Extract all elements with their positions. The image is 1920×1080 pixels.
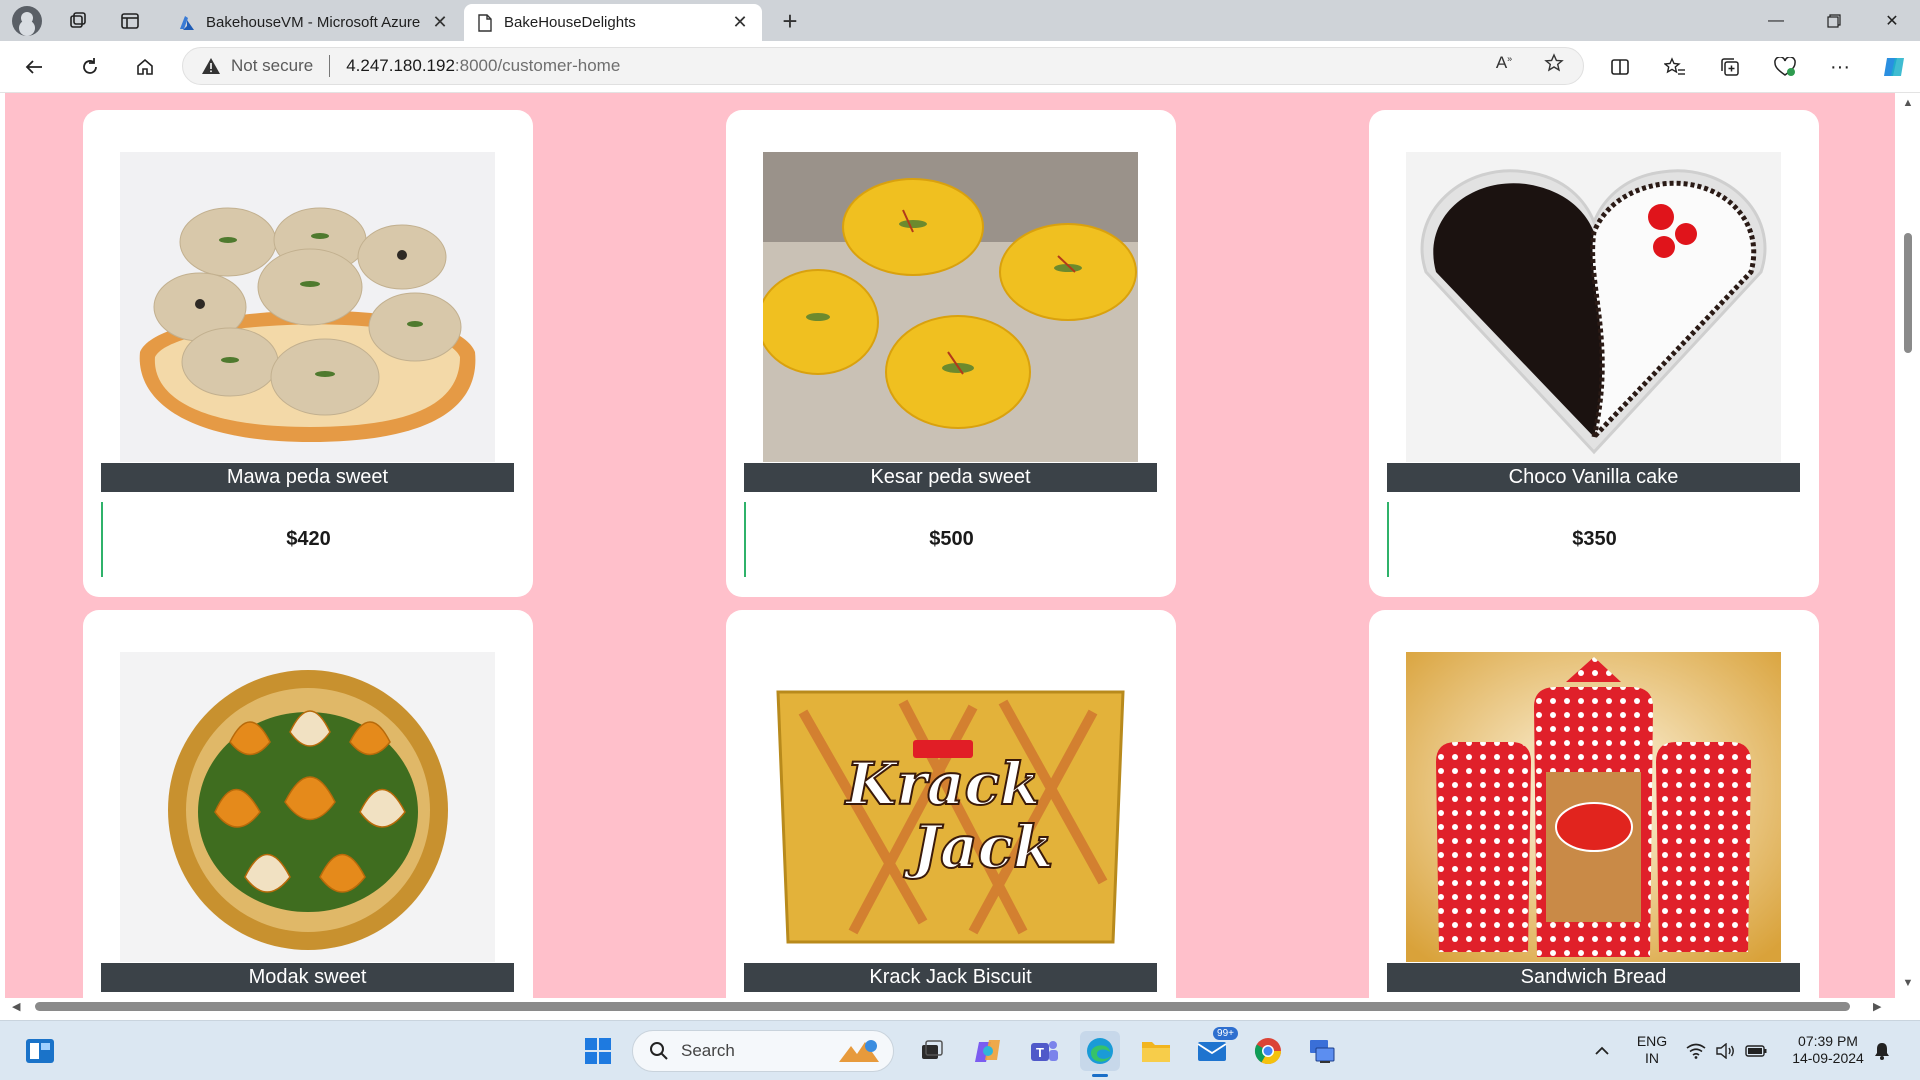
navigation-bar: Not secure 4.247.180.192:8000/customer-h… bbox=[0, 41, 1920, 93]
product-name: Modak sweet bbox=[101, 963, 514, 992]
product-image bbox=[120, 652, 495, 962]
svg-text:Krack: Krack bbox=[844, 750, 1040, 818]
language-code: ENG bbox=[1636, 1033, 1668, 1049]
svg-text:T: T bbox=[1036, 1045, 1044, 1060]
split-screen-icon[interactable] bbox=[1606, 53, 1634, 81]
region-code: IN bbox=[1645, 1050, 1659, 1066]
product-image bbox=[763, 152, 1138, 462]
price-container: $350 bbox=[1387, 502, 1800, 577]
svg-text:Jack: Jack bbox=[903, 813, 1054, 881]
product-image bbox=[1406, 152, 1781, 462]
close-tab-icon[interactable]: ✕ bbox=[430, 12, 450, 33]
read-aloud-icon[interactable]: A» bbox=[1490, 49, 1518, 77]
back-button[interactable] bbox=[20, 53, 48, 81]
edge-icon[interactable] bbox=[1080, 1031, 1120, 1077]
page-viewport: Mawa peda sweet $420 Kesar peda sweet $5… bbox=[0, 93, 1920, 1007]
show-hidden-icons-chevron-up-icon[interactable] bbox=[1582, 1031, 1622, 1071]
product-card[interactable]: Sandwich Bread bbox=[1369, 610, 1819, 998]
copilot-icon[interactable] bbox=[1880, 53, 1908, 81]
tab-strip: BakehouseVM - Microsoft Azure ✕ BakeHous… bbox=[0, 0, 1920, 41]
product-price: $350 bbox=[1572, 528, 1617, 550]
product-card[interactable]: Mawa peda sweet $420 bbox=[83, 110, 533, 597]
start-windows-icon[interactable] bbox=[578, 1031, 618, 1071]
mail-count-badge: 99+ bbox=[1213, 1027, 1238, 1040]
product-name: Mawa peda sweet bbox=[101, 463, 514, 492]
taskbar-search[interactable]: Search bbox=[632, 1030, 894, 1072]
scroll-down-arrow-icon[interactable]: ▼ bbox=[1901, 977, 1915, 991]
time: 07:39 PM bbox=[1798, 1033, 1858, 1049]
home-button[interactable] bbox=[131, 53, 159, 81]
divider bbox=[329, 55, 331, 77]
collections-icon[interactable] bbox=[1716, 53, 1744, 81]
product-name: Sandwich Bread bbox=[1387, 963, 1800, 992]
task-view-icon[interactable] bbox=[912, 1031, 952, 1071]
product-price: $420 bbox=[286, 528, 331, 550]
product-card[interactable]: Krack Jack Krack Jack Biscuit bbox=[726, 610, 1176, 998]
tab-title: BakehouseVM - Microsoft Azure bbox=[206, 14, 421, 31]
url-host: 4.247.180.192 bbox=[346, 56, 455, 75]
search-icon bbox=[650, 1042, 668, 1060]
price-container: $420 bbox=[101, 502, 514, 577]
scrollbar-thumb[interactable] bbox=[1904, 233, 1912, 353]
product-card[interactable]: Modak sweet bbox=[83, 610, 533, 998]
file-explorer-icon[interactable] bbox=[1136, 1031, 1176, 1071]
browser-essentials-icon[interactable] bbox=[1771, 53, 1799, 81]
refresh-button[interactable] bbox=[76, 53, 104, 81]
address-bar[interactable]: Not secure 4.247.180.192:8000/customer-h… bbox=[182, 47, 1584, 85]
clock[interactable]: 07:39 PM 14-09-2024 bbox=[1786, 1033, 1870, 1067]
product-image bbox=[1406, 652, 1781, 962]
vertical-tabs-icon[interactable] bbox=[116, 7, 144, 35]
tab-bakehouse[interactable]: BakeHouseDelights ✕ bbox=[464, 4, 762, 41]
more-menu-icon[interactable]: ··· bbox=[1826, 53, 1854, 81]
scroll-up-arrow-icon[interactable]: ▲ bbox=[1901, 97, 1915, 111]
product-price: $500 bbox=[929, 528, 974, 550]
product-image: Krack Jack bbox=[763, 652, 1138, 962]
workspaces-icon[interactable] bbox=[64, 7, 92, 35]
product-grid: Mawa peda sweet $420 Kesar peda sweet $5… bbox=[5, 93, 1895, 998]
product-name: Choco Vanilla cake bbox=[1387, 463, 1800, 492]
taskbar: Search T 99+ ENG IN 07:39 PM 14-09-2024 bbox=[0, 1020, 1920, 1080]
profile-icon[interactable] bbox=[12, 6, 42, 36]
remote-desktop-icon[interactable] bbox=[1302, 1031, 1342, 1071]
horizontal-scrollbar[interactable]: ◀ ▶ bbox=[0, 998, 1895, 1015]
widgets-icon[interactable] bbox=[20, 1031, 60, 1071]
battery-icon[interactable] bbox=[1742, 1031, 1770, 1071]
copilot-app-icon[interactable] bbox=[968, 1031, 1008, 1071]
tab-title: BakeHouseDelights bbox=[504, 14, 636, 31]
date: 14-09-2024 bbox=[1792, 1050, 1864, 1066]
product-name: Krack Jack Biscuit bbox=[744, 963, 1157, 992]
warning-icon bbox=[202, 58, 220, 74]
product-image bbox=[120, 152, 495, 462]
wifi-icon[interactable] bbox=[1682, 1031, 1710, 1071]
close-tab-icon[interactable]: ✕ bbox=[730, 12, 750, 33]
url-path: :8000/customer-home bbox=[454, 56, 621, 75]
minimize-button[interactable]: — bbox=[1748, 0, 1804, 41]
scrollbar-thumb[interactable] bbox=[35, 1002, 1850, 1011]
page-icon bbox=[476, 13, 494, 32]
product-card[interactable]: Choco Vanilla cake $350 bbox=[1369, 110, 1819, 597]
security-label[interactable]: Not secure bbox=[231, 56, 313, 76]
language-indicator[interactable]: ENG IN bbox=[1632, 1033, 1672, 1067]
mail-icon[interactable]: 99+ bbox=[1192, 1027, 1238, 1071]
notification-bell-icon[interactable] bbox=[1868, 1031, 1896, 1071]
volume-icon[interactable] bbox=[1712, 1031, 1740, 1071]
tab-azure[interactable]: BakehouseVM - Microsoft Azure ✕ bbox=[166, 4, 462, 41]
restore-button[interactable] bbox=[1806, 0, 1862, 41]
close-window-button[interactable]: ✕ bbox=[1864, 0, 1920, 41]
product-card[interactable]: Kesar peda sweet $500 bbox=[726, 110, 1176, 597]
price-container: $500 bbox=[744, 502, 1157, 577]
favorites-icon[interactable] bbox=[1661, 53, 1689, 81]
product-name: Kesar peda sweet bbox=[744, 463, 1157, 492]
scroll-left-arrow-icon[interactable]: ◀ bbox=[12, 1000, 26, 1014]
search-label: Search bbox=[681, 1041, 735, 1060]
scroll-right-arrow-icon[interactable]: ▶ bbox=[1873, 1000, 1887, 1014]
vertical-scrollbar[interactable]: ▲ ▼ bbox=[1895, 93, 1920, 998]
chrome-icon[interactable] bbox=[1248, 1031, 1288, 1071]
azure-icon bbox=[178, 14, 196, 32]
favorite-star-icon[interactable] bbox=[1540, 49, 1568, 77]
teams-icon[interactable]: T bbox=[1024, 1031, 1064, 1071]
new-tab-button[interactable]: + bbox=[776, 8, 804, 34]
search-highlight-icon bbox=[839, 1040, 879, 1062]
